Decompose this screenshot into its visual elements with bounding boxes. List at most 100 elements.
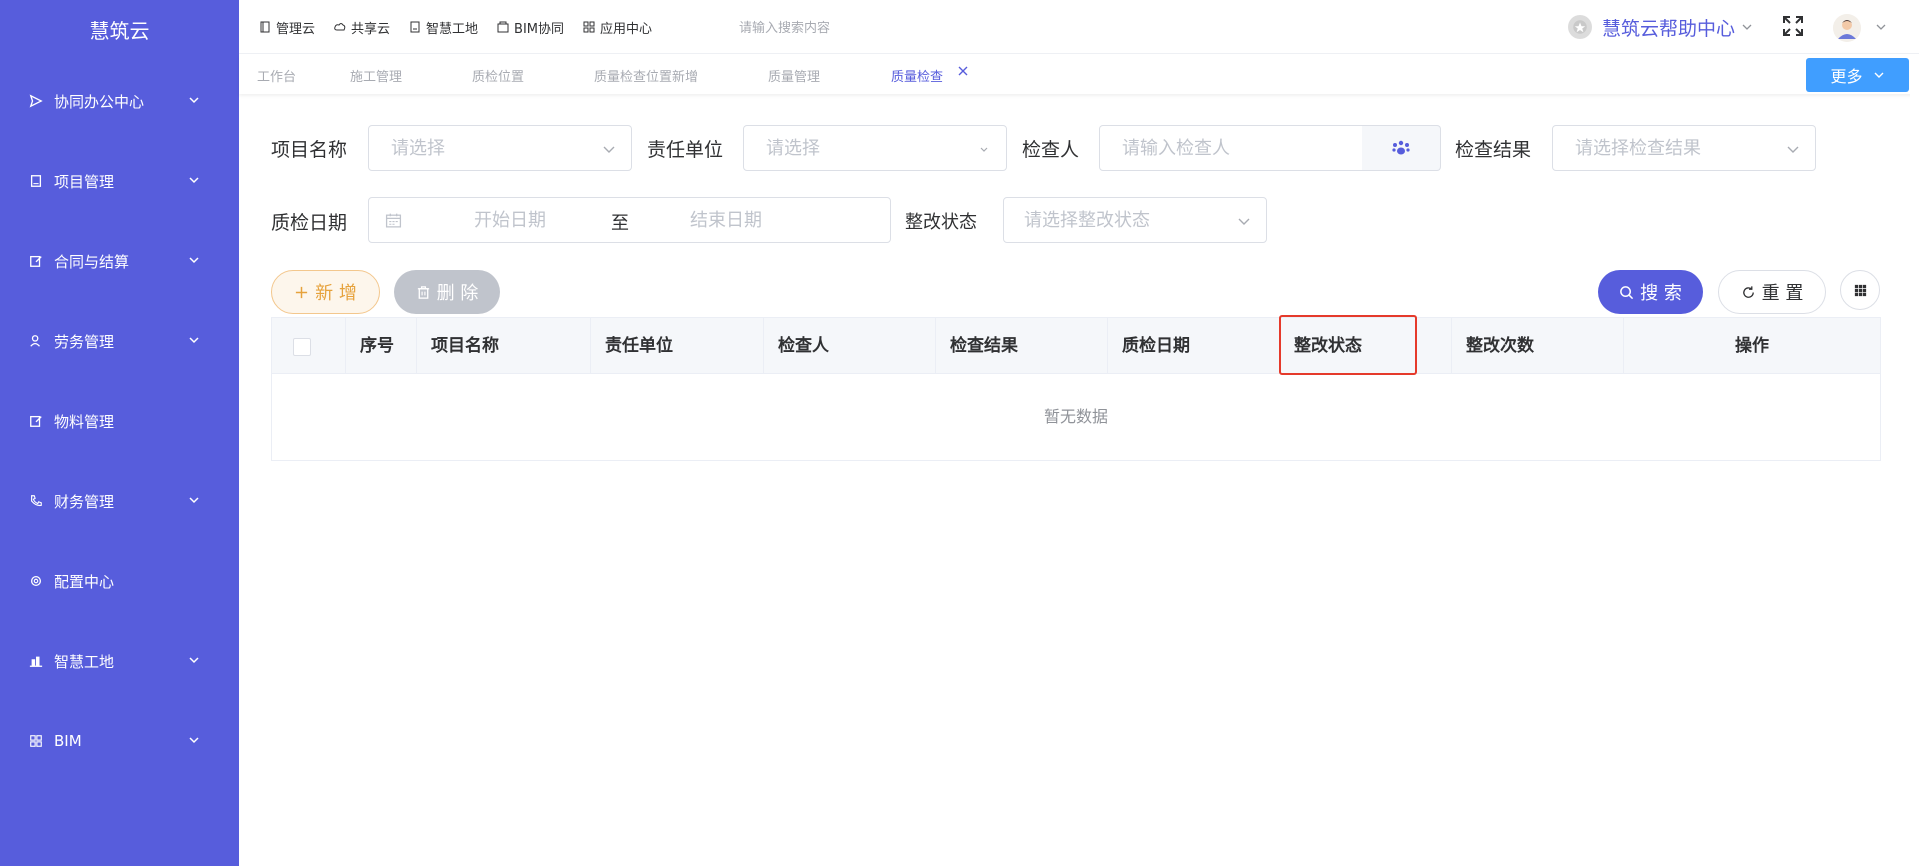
topnav-item-label: 共享云 [351, 21, 391, 37]
chevron-down-icon [980, 147, 988, 152]
search-icon [1620, 285, 1634, 299]
inspection-result-label: 检查结果 [1455, 139, 1532, 161]
topnav-item-shared-cloud[interactable]: 共享云 [334, 18, 390, 37]
box-icon [497, 21, 509, 33]
sidebar-item-labor[interactable]: 劳务管理 [0, 321, 239, 361]
column-header-responsible-unit: 责任单位 [591, 318, 764, 374]
tab-workbench[interactable]: 工作台 [257, 66, 296, 85]
scrollbar[interactable] [1910, 94, 1919, 866]
chevron-down-icon [189, 177, 199, 184]
help-center-label: 慧筑云帮助中心 [1602, 17, 1736, 40]
chevron-down-icon[interactable] [1875, 21, 1887, 33]
inspection-result-select[interactable] [1552, 125, 1816, 171]
inspection-result-input[interactable] [1553, 126, 1773, 170]
more-button[interactable]: 更多 [1806, 58, 1909, 92]
book-icon [28, 173, 44, 189]
sidebar-item-finance[interactable]: 财务管理 [0, 481, 239, 521]
refresh-icon [1742, 285, 1754, 298]
sidebar-item-label: 智慧工地 [54, 652, 115, 671]
grid-icon [1854, 284, 1866, 296]
topnav-item-bim[interactable]: BIM协同 [497, 18, 564, 37]
sidebar-item-collab-office[interactable]: 协同办公中心 [0, 81, 239, 121]
tab-quality-inspection[interactable]: 质量检查 [891, 66, 943, 85]
sidebar-item-bim[interactable]: BIM [0, 721, 239, 761]
topnav-item-label: 管理云 [276, 21, 316, 37]
tab-construction[interactable]: 施工管理 [350, 66, 402, 85]
reset-button[interactable]: 重 置 [1718, 270, 1826, 314]
gear-icon [28, 573, 44, 589]
edit-doc-icon [28, 413, 44, 429]
column-settings-button[interactable] [1840, 270, 1880, 310]
topnav-item-label: 智慧工地 [426, 21, 479, 37]
rectify-status-select[interactable] [1003, 197, 1267, 243]
building-icon [28, 653, 44, 669]
sidebar-item-config[interactable]: 配置中心 [0, 561, 239, 601]
project-name-input[interactable] [369, 126, 589, 170]
book-icon [410, 21, 420, 33]
chevron-down-icon [189, 257, 199, 264]
top-search-input[interactable] [739, 17, 979, 39]
topnav-item-smart-site[interactable]: 智慧工地 [409, 18, 478, 37]
date-range-picker[interactable]: 至 [368, 197, 891, 243]
search-button[interactable]: 搜 索 [1598, 270, 1703, 314]
select-people-button[interactable] [1362, 125, 1441, 171]
column-header-inspection-date: 质检日期 [1108, 318, 1280, 374]
avatar[interactable] [1833, 14, 1861, 42]
sidebar-item-label: 劳务管理 [54, 332, 115, 351]
sidebar-item-label: 财务管理 [54, 492, 115, 511]
start-date-input[interactable] [425, 198, 595, 242]
chevron-down-icon [1874, 72, 1883, 78]
grid-icon [583, 21, 595, 33]
date-range-separator: 至 [611, 213, 629, 234]
close-icon[interactable] [956, 64, 970, 78]
inspector-field[interactable] [1099, 125, 1363, 171]
sidebar-item-label: 合同与结算 [54, 252, 130, 271]
responsible-unit-input[interactable] [744, 126, 964, 170]
sidebar-item-material[interactable]: 物料管理 [0, 401, 239, 441]
fullscreen-icon[interactable] [1781, 14, 1805, 38]
select-all-checkbox[interactable] [293, 338, 311, 356]
sidebar-item-smart-site[interactable]: 智慧工地 [0, 641, 239, 681]
column-header-project-name: 项目名称 [417, 318, 591, 374]
topnav-item-management-cloud[interactable]: 管理云 [259, 18, 315, 37]
grid-icon [28, 733, 44, 749]
help-badge-icon [1568, 15, 1592, 39]
chevron-down-icon [189, 657, 199, 664]
doc-icon [260, 21, 270, 33]
search-button-label: 搜 索 [1640, 283, 1682, 304]
end-date-input[interactable] [641, 198, 811, 242]
tab-inspection-location-add[interactable]: 质量检查位置新增 [594, 66, 698, 85]
tab-inspection-location[interactable]: 质检位置 [472, 66, 524, 85]
inspector-input[interactable] [1100, 126, 1340, 170]
tabs-bar: 工作台 施工管理 质检位置 质量检查位置新增 质量管理 质量检查 更多 [239, 54, 1919, 94]
plus-icon [296, 286, 308, 298]
column-header-rectify-count: 整改次数 [1452, 318, 1624, 374]
select-all-header [272, 318, 346, 374]
sidebar-item-label: 项目管理 [54, 172, 115, 191]
rectify-status-input[interactable] [1004, 198, 1224, 242]
tab-quality-management[interactable]: 质量管理 [768, 66, 820, 85]
chevron-down-icon [189, 737, 199, 744]
edit-doc-icon [28, 253, 44, 269]
topnav-item-app-center[interactable]: 应用中心 [583, 18, 652, 37]
inspector-label: 检查人 [1022, 139, 1080, 161]
column-header-rectify-status: 整改状态 [1280, 318, 1452, 374]
sidebar-item-project[interactable]: 项目管理 [0, 161, 239, 201]
add-button-label: 新 增 [315, 283, 357, 304]
reset-button-label: 重 置 [1761, 283, 1804, 304]
top-bar: 管理云 共享云 智慧工地 BIM协同 应用中心 慧筑云帮助中心 [239, 0, 1919, 54]
column-header-inspector: 检查人 [764, 318, 936, 374]
trash-icon [417, 285, 429, 299]
add-button[interactable]: 新 增 [271, 270, 380, 314]
responsible-unit-select[interactable] [743, 125, 1007, 171]
delete-button[interactable]: 删 除 [394, 270, 500, 314]
chevron-down-icon [189, 337, 199, 344]
project-name-select[interactable] [368, 125, 632, 171]
chevron-down-icon [189, 97, 199, 104]
cloud-icon [334, 23, 346, 31]
sidebar-item-contract[interactable]: 合同与结算 [0, 241, 239, 281]
help-center-link[interactable]: 慧筑云帮助中心 [1568, 12, 1753, 42]
top-nav: 管理云 共享云 智慧工地 BIM协同 应用中心 [259, 0, 671, 54]
rectify-status-label: 整改状态 [905, 212, 977, 233]
worker-icon [28, 333, 44, 349]
